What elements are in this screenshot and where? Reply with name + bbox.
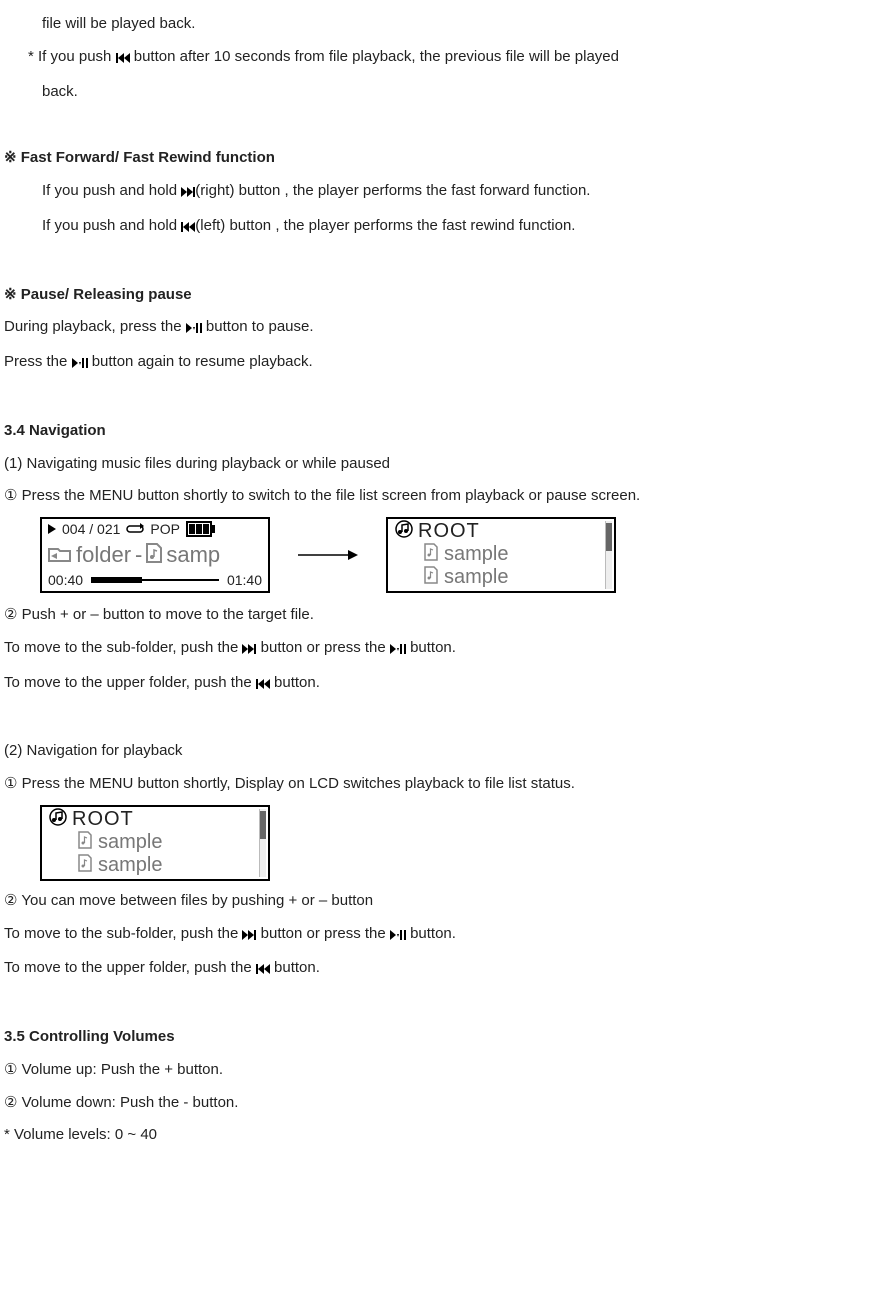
next-icon bbox=[181, 181, 195, 206]
nav-upperfolder: To move to the upper folder, push the bu… bbox=[4, 671, 874, 698]
prev-icon bbox=[256, 958, 270, 983]
play-pause-icon bbox=[72, 352, 88, 377]
nav-step1: ① Press the MENU button shortly to switc… bbox=[4, 484, 874, 509]
nav-step2: ② Push + or – button to move to the targ… bbox=[4, 603, 874, 628]
nav-sub2: (2) Navigation for playback bbox=[4, 739, 874, 764]
subline-a: To move to the sub-folder, push the bbox=[4, 639, 242, 656]
music-file-icon bbox=[424, 543, 438, 566]
nav-subfolder: To move to the sub-folder, push the butt… bbox=[4, 636, 874, 663]
intro-line-0: file will be played back. bbox=[4, 12, 874, 37]
subline-b: button or press the bbox=[256, 639, 389, 656]
vol-line-3: * Volume levels: 0 ~ 40 bbox=[4, 1123, 874, 1148]
lcd-eq: POP bbox=[150, 522, 180, 536]
pause-2b: button again to resume playback. bbox=[88, 353, 313, 370]
scrollbar bbox=[259, 809, 266, 877]
play-pause-icon bbox=[186, 317, 202, 342]
pause-2a: Press the bbox=[4, 353, 72, 370]
filelist-root-2: ROOT bbox=[72, 809, 134, 830]
fastfwd-heading: ※ Fast Forward/ Fast Rewind function bbox=[4, 146, 874, 171]
lcd-folder: folder bbox=[76, 544, 131, 566]
play-indicator-icon bbox=[48, 522, 56, 536]
lcd-elapsed: 00:40 bbox=[48, 573, 83, 587]
vol-line-1: ① Volume up: Push the + button. bbox=[4, 1058, 874, 1083]
repeat-icon bbox=[126, 523, 144, 535]
music-file-icon bbox=[146, 543, 162, 567]
subline2-a: To move to the sub-folder, push the bbox=[4, 925, 242, 942]
intro-1b: button after 10 seconds from file playba… bbox=[130, 48, 619, 65]
pause-1b: button to pause. bbox=[202, 318, 314, 335]
fastfwd-2b: (left) button , the player performs the … bbox=[195, 217, 575, 234]
nav-step2b: ② You can move between files by pushing … bbox=[4, 889, 874, 914]
music-file-icon bbox=[78, 831, 92, 854]
pause-line-2: Press the button again to resume playbac… bbox=[4, 350, 874, 377]
filelist-item-1: sample bbox=[444, 567, 508, 588]
lcd-filelist: ROOT sample sample bbox=[386, 517, 616, 593]
next-icon bbox=[242, 924, 256, 949]
vol-heading: 3.5 Controlling Volumes bbox=[4, 1025, 874, 1050]
folder-back-icon bbox=[48, 543, 72, 567]
pause-1a: During playback, press the bbox=[4, 318, 186, 335]
fastfwd-line-2: If you push and hold (left) button , the… bbox=[4, 214, 874, 241]
lcd-filelist-2: ROOT sample sample bbox=[40, 805, 270, 881]
intro-1a: * If you push bbox=[28, 48, 116, 65]
intro-line-1: * If you push button after 10 seconds fr… bbox=[4, 45, 874, 72]
filelist2-item-1: sample bbox=[98, 855, 162, 876]
progress-bar bbox=[91, 579, 219, 581]
prev-icon bbox=[116, 47, 130, 72]
lcd-playback: 004 / 021 POP folder - samp 00:40 01:40 bbox=[40, 517, 270, 593]
lcd-counter: 004 / 021 bbox=[62, 522, 120, 536]
music-file-icon bbox=[78, 854, 92, 877]
scrollbar bbox=[605, 521, 612, 589]
fastfwd-line-1: If you push and hold (right) button , th… bbox=[4, 179, 874, 206]
battery-icon bbox=[186, 521, 212, 537]
play-pause-icon bbox=[390, 638, 406, 663]
nav-subfolder-2: To move to the sub-folder, push the butt… bbox=[4, 922, 874, 949]
upline-a: To move to the upper folder, push the bbox=[4, 674, 256, 691]
play-pause-icon bbox=[390, 924, 406, 949]
upline-b: button. bbox=[270, 674, 320, 691]
vol-line-2: ② Volume down: Push the - button. bbox=[4, 1091, 874, 1116]
fastfwd-1b: (right) button , the player performs the… bbox=[195, 182, 590, 199]
fastfwd-2a: If you push and hold bbox=[42, 217, 181, 234]
subline2-b: button or press the bbox=[256, 925, 389, 942]
nav-upperfolder-2: To move to the upper folder, push the bu… bbox=[4, 956, 874, 983]
nav-step1b: ① Press the MENU button shortly, Display… bbox=[4, 772, 874, 797]
lcd-total: 01:40 bbox=[227, 573, 262, 587]
nav-figures-1: 004 / 021 POP folder - samp 00:40 01:40 … bbox=[40, 517, 874, 593]
filelist-item-0: sample bbox=[444, 544, 508, 565]
lcd-track: samp bbox=[166, 544, 220, 566]
nav-sub1: (1) Navigating music files during playba… bbox=[4, 452, 874, 477]
subline-c: button. bbox=[406, 639, 456, 656]
filelist-root: ROOT bbox=[418, 521, 480, 542]
nav-heading: 3.4 Navigation bbox=[4, 419, 874, 444]
root-music-icon bbox=[394, 520, 414, 543]
root-music-icon bbox=[48, 808, 68, 831]
pause-heading: ※ Pause/ Releasing pause bbox=[4, 283, 874, 308]
upline2-b: button. bbox=[270, 959, 320, 976]
prev-icon bbox=[181, 216, 195, 241]
arrow-right-icon bbox=[298, 548, 358, 562]
upline2-a: To move to the upper folder, push the bbox=[4, 959, 256, 976]
subline2-c: button. bbox=[406, 925, 456, 942]
next-icon bbox=[242, 638, 256, 663]
nav-figures-2: ROOT sample sample bbox=[40, 805, 874, 881]
filelist2-item-0: sample bbox=[98, 832, 162, 853]
lcd-sep: - bbox=[135, 544, 142, 566]
pause-line-1: During playback, press the button to pau… bbox=[4, 315, 874, 342]
music-file-icon bbox=[424, 566, 438, 589]
intro-line-2: back. bbox=[4, 80, 874, 105]
fastfwd-1a: If you push and hold bbox=[42, 182, 181, 199]
prev-icon bbox=[256, 673, 270, 698]
